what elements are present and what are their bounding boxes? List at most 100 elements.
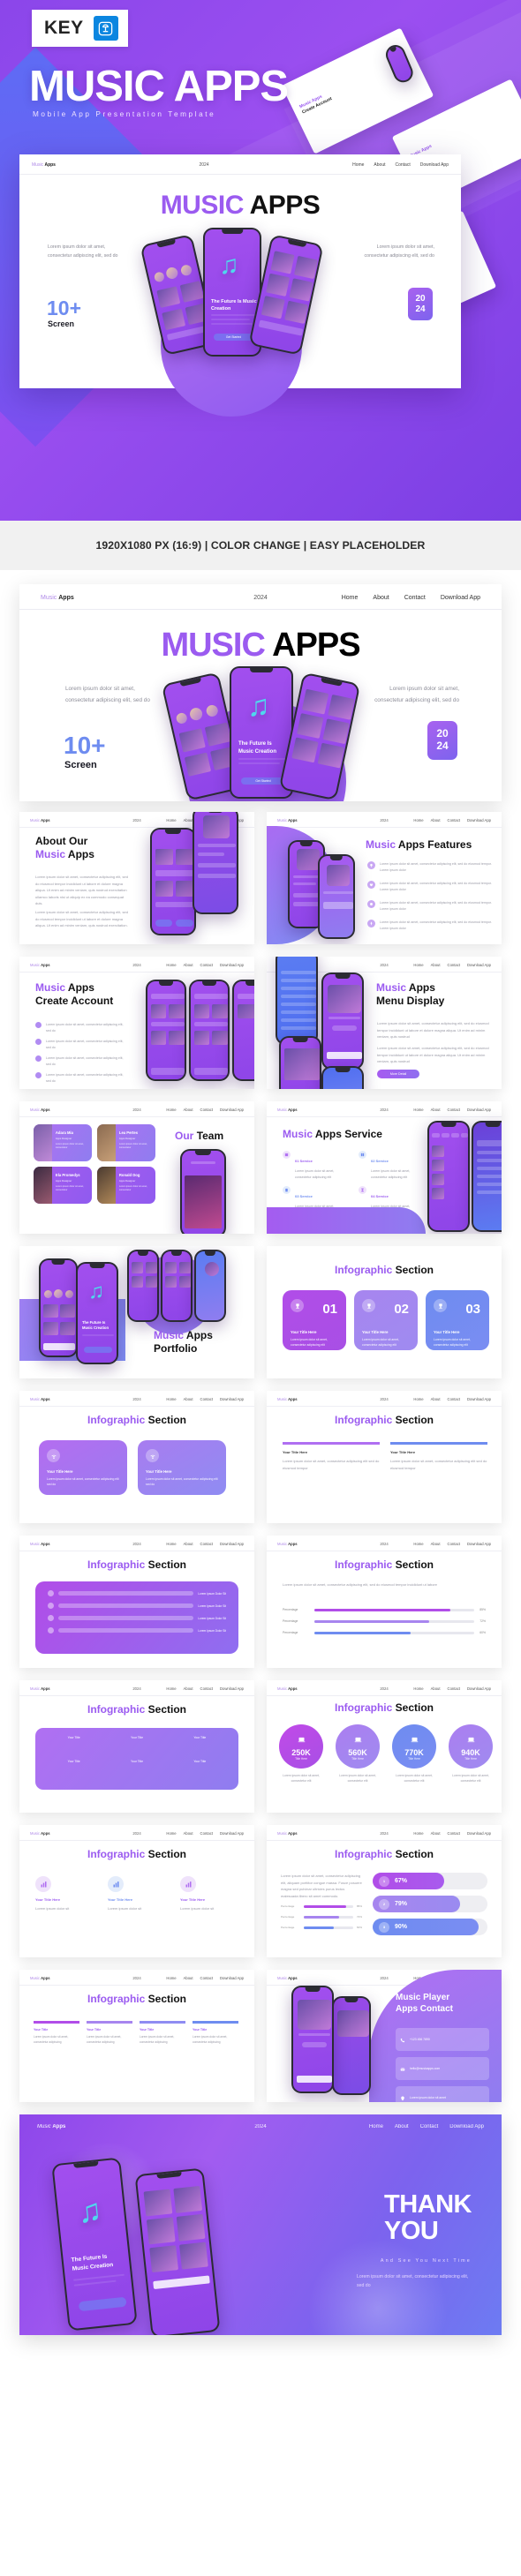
- rocket-icon: [367, 920, 375, 928]
- thank-you-tagline: And See You Next Time: [380, 2258, 472, 2264]
- phone-cta-button: Get Started: [241, 777, 285, 785]
- team-card: Lea Pertes Apps Designer Lorem ipsum dol…: [97, 1124, 155, 1161]
- year-badge: 20 24: [408, 288, 433, 320]
- slide-thumb-about[interactable]: Music Apps2024HomeAboutContactDownload A…: [19, 812, 254, 944]
- team-name: Ronald Dog: [118, 1173, 140, 1177]
- progress-row: Percentage 60%: [283, 1631, 486, 1634]
- slide-heading: Music Apps Portfolio: [154, 1329, 213, 1355]
- slide-thumb-features[interactable]: Music Apps 2024 Home About Contact Download A…: [267, 812, 502, 944]
- slide-heading: Infographic Section: [334, 1558, 434, 1571]
- nav-link-download[interactable]: Download App: [441, 595, 480, 601]
- slide-thumb-infographic-stats[interactable]: Music Apps 2024 Home About Contact Download A…: [267, 1680, 502, 1813]
- nav-links: Home About Contact Download App: [342, 595, 480, 601]
- slide-paragraph: Lorem ipsum dolor sit amet, consectetur …: [35, 875, 128, 906]
- nav-link-contact[interactable]: Contact: [396, 162, 411, 168]
- slide-thumb-infographic-percent[interactable]: Music Apps 2024 Home About Contact Download A…: [267, 1825, 502, 1957]
- service-title: 04 Service: [371, 1194, 389, 1198]
- grid-row: ♫ The Future Is Music Creation Music App…: [19, 1246, 502, 1378]
- nav-link-download[interactable]: Download App: [420, 162, 449, 168]
- list-item: Lorem ipsum dolor sit amet, consectetur …: [35, 1072, 124, 1084]
- team-card: Adara Mia Apps Designer Lorem ipsum dolo…: [34, 1124, 92, 1161]
- stat-item: 940K Title Here Lorem ipsum dolor sit am…: [445, 1724, 496, 1784]
- phone-mockup: [39, 1258, 78, 1357]
- grid-row: Music Apps2024HomeAboutContactDownload A…: [19, 1680, 502, 1813]
- wifi-icon: [146, 1449, 159, 1462]
- nav-link-about[interactable]: About: [395, 2124, 409, 2129]
- book-icon: [359, 1151, 366, 1159]
- pin-icon: [400, 2090, 405, 2102]
- slide-thumb-infographic-3[interactable]: Music Apps 2024 Home About Contact Download A…: [267, 1391, 502, 1523]
- slide-thumb-infographic-last[interactable]: Music Apps 2024 Home About Contact Download A…: [19, 1970, 254, 2102]
- team-role: Apps Designer: [55, 1179, 72, 1183]
- list-item: Lorem ipsum dolor sit amet, consectetur …: [35, 1039, 124, 1050]
- slide-thumb-contact[interactable]: Music Apps2024HomeAboutContactDownload A…: [267, 1970, 502, 2102]
- nav-link-download[interactable]: Download App: [449, 2124, 484, 2129]
- slide-thumb-infographic-5[interactable]: Music Apps 2024 Home About Contact Download A…: [267, 1536, 502, 1668]
- contact-row: hello@musicapps.com: [396, 2057, 489, 2080]
- phone-mockup: [189, 980, 230, 1081]
- phone-mockup: [318, 854, 355, 939]
- slide-heading: Infographic Section: [334, 1414, 434, 1426]
- lorem-left: Lorem ipsum dolor sit amet, consectetur …: [48, 244, 118, 259]
- service-title: 02 Service: [371, 1159, 389, 1163]
- more-detail-button[interactable]: More Detail: [377, 1070, 419, 1078]
- nav-link-contact[interactable]: Contact: [420, 2124, 439, 2129]
- slide-thumb-service[interactable]: Music Apps 2024 Home About Contact Download A…: [267, 1101, 502, 1234]
- check-icon: [35, 1072, 42, 1078]
- nav-link-about[interactable]: About: [374, 162, 385, 168]
- percent-pill: 1 67%: [373, 1873, 444, 1889]
- page-subtitle: Mobile App Presentation Template: [33, 110, 216, 118]
- keynote-icon: [93, 16, 118, 41]
- brand-name: Music Apps: [32, 162, 56, 168]
- grid-row: Music Apps2024HomeAboutContactDownload A…: [19, 812, 502, 944]
- floating-slide-label: Music Apps Create Account: [298, 94, 333, 116]
- slide-heading: Infographic Section: [87, 1993, 187, 2005]
- phone-mockup: [193, 812, 238, 914]
- laptop-icon: [354, 1732, 362, 1748]
- lightbulb-icon: [367, 861, 375, 869]
- slide-thumb-infographic-6[interactable]: Music Apps 2024 Home About Contact Download A…: [19, 1680, 254, 1813]
- clipboard-icon: [283, 1186, 291, 1194]
- slide-thumb-infographic-1[interactable]: Infographic Section 01 Your Title Here L…: [267, 1246, 502, 1378]
- service-item: 02 Service Lorem ipsum dolor sit amet, co…: [359, 1151, 422, 1180]
- team-desc: Lorem ipsum dolor sit amet, consectetur: [118, 1185, 147, 1192]
- nav-year: 2024: [199, 162, 209, 168]
- page-title: MUSIC APPS: [29, 63, 289, 110]
- chart-icon: [108, 1876, 124, 1892]
- hourglass-icon: [359, 1186, 366, 1194]
- nav-link-home[interactable]: Home: [342, 595, 359, 601]
- wifi-icon: [47, 1449, 60, 1462]
- stat-label: Screen: [48, 319, 75, 328]
- nav-link-about[interactable]: About: [373, 595, 389, 601]
- phone-mockup: [180, 1149, 226, 1234]
- nav-links: Home About Contact Download App: [352, 162, 449, 168]
- slide-thumb-infographic-cards[interactable]: Music Apps 2024 Home About Contact Download A…: [19, 1825, 254, 1957]
- phone-icon: [400, 2032, 405, 2047]
- keynote-format-badge: KEY: [32, 10, 128, 47]
- infographic-card: Your Title Here Lorem ipsum dolor sit: [35, 1876, 95, 1912]
- slide-thumb-menu-display[interactable]: Music Apps2024HomeAboutContactDownload A…: [267, 957, 502, 1089]
- slide-thumb-our-team[interactable]: Music Apps 2024 Home About Contact Download A…: [19, 1101, 254, 1234]
- decorative-wave: [267, 1207, 426, 1234]
- infographic-cards: 01 Your Title Here Lorem ipsum dolor sit…: [283, 1290, 489, 1350]
- list-item: Lorem ipsum dolor sit amet, consectetur …: [35, 1055, 124, 1067]
- nav-link-home[interactable]: Home: [369, 2124, 383, 2129]
- slide-heading: About Our Music Apps: [35, 835, 94, 860]
- nav-link-contact[interactable]: Contact: [404, 595, 426, 601]
- slide-heading: Infographic Section: [87, 1848, 187, 1860]
- nav-link-home[interactable]: Home: [352, 162, 364, 168]
- slide-thumb-portfolio[interactable]: ♫ The Future Is Music Creation Music App…: [19, 1246, 254, 1378]
- phone-mockup: ♫ The Future Is Music Creation: [76, 1262, 118, 1364]
- featured-slide: Music Apps 2024 Home About Contact Downl…: [19, 584, 502, 801]
- service-item: 01 Service Lorem ipsum dolor sit amet, co…: [283, 1151, 346, 1180]
- check-icon: [35, 1022, 42, 1028]
- chart-icon: [180, 1876, 196, 1892]
- year-badge: 20 24: [427, 721, 457, 760]
- slide-thumb-infographic-2[interactable]: Music Apps 2024 Home About Contact Download A…: [19, 1391, 254, 1523]
- brand-name: Music Apps: [41, 595, 74, 601]
- infographic-card: 02 Your Title Here Lorem ipsum dolor sit…: [354, 1290, 418, 1350]
- slide-thumb-create-account[interactable]: Music Apps 2024 Home About Contact Download A…: [19, 957, 254, 1089]
- team-desc: Lorem ipsum dolor sit amet, consectetur: [55, 1143, 84, 1150]
- slide-thumb-infographic-4[interactable]: Music Apps 2024 Home About Contact Download A…: [19, 1536, 254, 1668]
- service-title: 01 Service: [295, 1159, 313, 1163]
